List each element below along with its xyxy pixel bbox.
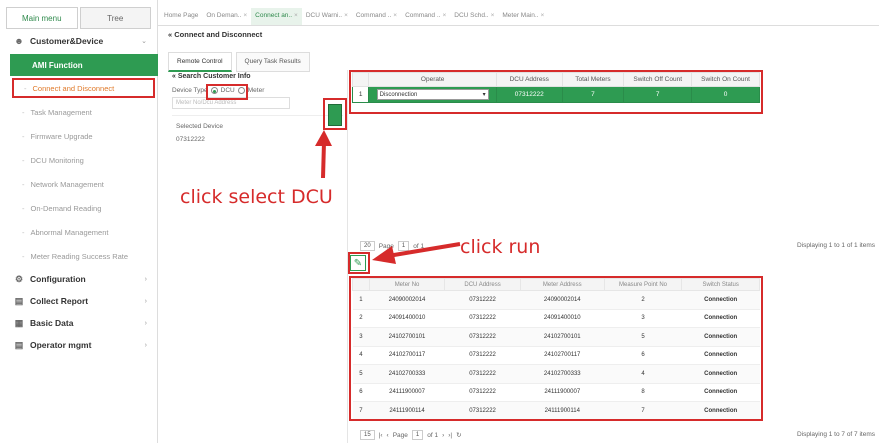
highlight-run-button [348, 252, 370, 274]
next-page-icon[interactable]: › [442, 432, 444, 439]
chevron-right-icon: › [144, 297, 147, 305]
pager-bottom: 15 |‹ ‹ Page 1 of 1 › ›| ↻ [360, 430, 462, 440]
tab-main-menu[interactable]: Main menu [6, 7, 78, 29]
gear-icon: ⚙ [14, 273, 24, 284]
select-dcu-button[interactable] [328, 104, 342, 126]
tab-remote-control[interactable]: Remote Control [168, 52, 232, 72]
chevron-right-icon: › [144, 319, 147, 327]
close-icon: × [344, 12, 348, 19]
sidebar-item-connect-disconnect[interactable]: - Connect and Disconnect [12, 78, 155, 98]
last-page-icon[interactable]: ›| [448, 432, 452, 439]
tab-command-2[interactable]: Command .. × [401, 12, 450, 25]
pager-bottom-info: Displaying 1 to 7 of 7 items [796, 431, 875, 438]
device-type-row: Device Type DCU Meter [172, 87, 265, 94]
close-icon: × [490, 12, 495, 19]
tab-dcu-warning[interactable]: DCU Warni.. × [302, 12, 352, 25]
sidebar: Main menu Tree ☻ Customer&Device ⌄ AMI F… [0, 0, 158, 443]
sidebar-section-customer-device[interactable]: ☻ Customer&Device ⌄ [0, 30, 157, 52]
tab-meter-main[interactable]: Meter Main.. × [498, 12, 548, 25]
close-icon: × [442, 12, 447, 19]
chevron-right-icon: › [144, 341, 147, 349]
highlight-result-grid [349, 276, 763, 421]
report-icon: ▤ [14, 295, 24, 306]
user-icon: ☻ [14, 36, 24, 46]
sidebar-section-operator-mgmt[interactable]: ▤ Operator mgmt › [0, 334, 157, 356]
annotation-arrow-left [372, 242, 461, 264]
sidebar-item-firmware-upgrade[interactable]: - Firmware Upgrade [0, 124, 157, 148]
close-icon: × [243, 12, 248, 19]
highlight-dcu-radio [206, 84, 248, 100]
page-title: « Connect and Disconnect [168, 30, 263, 39]
first-page-icon[interactable]: |‹ [379, 432, 383, 439]
refresh-icon[interactable]: ↻ [456, 431, 461, 439]
sidebar-item-dcu-monitoring[interactable]: - DCU Monitoring [0, 148, 157, 172]
content-tabs: Remote Control Query Task Results [168, 52, 310, 72]
tab-tree[interactable]: Tree [79, 7, 151, 29]
search-panel: « Search Customer Info Device Type DCU M… [168, 70, 348, 443]
highlight-operation-row [349, 70, 763, 114]
prev-page-icon[interactable]: ‹ [387, 432, 389, 439]
sidebar-item-abnormal-management[interactable]: - Abnormal Management [0, 220, 157, 244]
annotation-select-dcu: click select DCU [180, 186, 333, 208]
tab-command-1[interactable]: Command .. × [352, 12, 401, 25]
annotation-run: click run [460, 236, 541, 258]
tab-dcu-schedule[interactable]: DCU Schd.. × [450, 12, 498, 25]
close-icon: × [393, 12, 398, 19]
close-icon: × [540, 12, 545, 19]
sidebar-item-on-demand-reading[interactable]: - On-Demand Reading [0, 196, 157, 220]
sidebar-item-meter-reading-success-rate[interactable]: - Meter Reading Success Rate [0, 244, 157, 268]
tab-home-page[interactable]: Home Page [160, 12, 202, 25]
tab-query-task-results[interactable]: Query Task Results [235, 52, 310, 72]
close-icon: × [294, 12, 298, 19]
data-icon: ▦ [14, 317, 24, 328]
sidebar-item-network-management[interactable]: - Network Management [0, 172, 157, 196]
tab-connect-and-disconnect[interactable]: Connect an.. × [251, 8, 302, 25]
sidebar-item-task-management[interactable]: - Task Management [0, 100, 157, 124]
annotation-arrow-up [315, 130, 332, 179]
tab-on-demand[interactable]: On Deman.. × [202, 12, 251, 25]
operator-icon: ▤ [14, 339, 24, 350]
chevron-down-icon: ⌄ [141, 38, 147, 45]
sidebar-section-configuration[interactable]: ⚙ Configuration › [0, 268, 157, 290]
pager-top-info: Displaying 1 to 1 of 1 items [796, 242, 875, 249]
sidebar-tabs: Main menu Tree [0, 0, 157, 30]
search-heading: « Search Customer Info [172, 73, 251, 80]
sidebar-section-collect-report[interactable]: ▤ Collect Report › [0, 290, 157, 312]
sidebar-section-basic-data[interactable]: ▦ Basic Data › [0, 312, 157, 334]
chevron-right-icon: › [144, 275, 147, 283]
sidebar-item-ami-function[interactable]: AMI Function [10, 54, 158, 76]
top-tabbar: Home Page On Deman.. × Connect an.. × DCU … [158, 0, 879, 26]
